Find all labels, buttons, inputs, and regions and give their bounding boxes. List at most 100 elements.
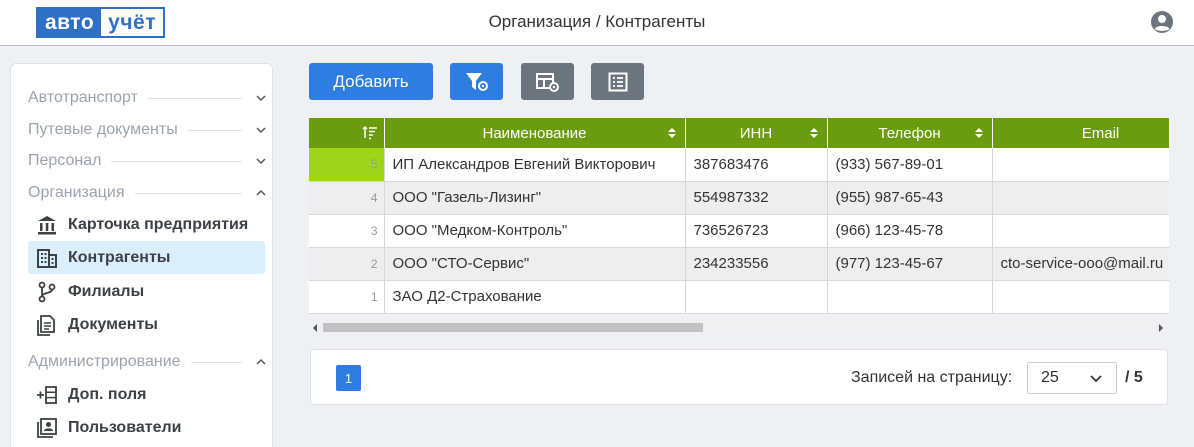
chevron-down-icon — [256, 158, 266, 165]
filter-settings-button[interactable] — [450, 63, 503, 100]
filter-settings-icon — [465, 72, 488, 91]
scrollbar-thumb[interactable] — [323, 323, 703, 332]
row-number: 4 — [309, 181, 385, 215]
sort-descending-icon — [361, 126, 377, 140]
cell-email[interactable] — [992, 181, 1169, 215]
total-records: / 5 — [1125, 369, 1143, 386]
column-settings-button[interactable] — [521, 63, 574, 100]
cell-email[interactable] — [992, 148, 1169, 182]
sort-icon — [667, 128, 676, 138]
sidebar-section-administration[interactable]: Администрирование — [28, 351, 268, 373]
list-view-icon — [608, 72, 627, 91]
scroll-right-arrow-icon[interactable] — [1159, 324, 1163, 332]
sidebar-item-users[interactable]: Пользователи — [28, 411, 265, 444]
divider — [187, 129, 242, 131]
chevron-down-icon — [1090, 375, 1102, 383]
user-account-icon[interactable] — [1150, 10, 1174, 34]
horizontal-scrollbar[interactable] — [309, 319, 1169, 335]
divider — [111, 160, 242, 162]
cell-name[interactable]: ООО "СТО-Сервис" — [384, 247, 686, 281]
building-icon — [37, 248, 57, 268]
sidebar-item-documents[interactable]: Документы — [28, 308, 265, 341]
chevron-up-icon — [256, 189, 266, 196]
column-header-label: Email — [1081, 124, 1120, 142]
table-row[interactable]: 2 ООО "СТО-Сервис" 234233556 (977) 123-4… — [309, 247, 1169, 281]
column-header-label: ИНН — [739, 124, 773, 142]
counterparties-table: Наименование ИНН Телефон Email 5 ИП Алек… — [309, 118, 1169, 314]
divider — [190, 361, 242, 363]
sidebar-section-waybills[interactable]: Путевые документы — [28, 119, 268, 141]
cell-inn[interactable] — [685, 280, 828, 314]
cell-email[interactable] — [992, 214, 1169, 248]
list-view-button[interactable] — [591, 63, 644, 100]
sidebar-item-label: Филиалы — [68, 282, 145, 300]
sidebar-item-company-card[interactable]: Карточка предприятия — [28, 208, 265, 241]
per-page-select[interactable]: 25 — [1027, 362, 1117, 394]
column-header-email[interactable]: Email — [992, 118, 1169, 148]
cell-email[interactable]: cto-service-ooo@mail.ru — [992, 247, 1169, 281]
chevron-down-icon — [256, 127, 266, 134]
sidebar-section-vehicles[interactable]: Автотранспорт — [28, 87, 268, 109]
row-number: 2 — [309, 247, 385, 281]
page-button-current[interactable]: 1 — [336, 365, 361, 391]
sidebar-item-counterparties[interactable]: Контрагенты — [28, 241, 265, 274]
column-header-inn[interactable]: ИНН — [685, 118, 828, 148]
cell-name[interactable]: ИП Александров Евгений Викторович — [384, 148, 686, 182]
users-icon — [37, 417, 57, 438]
cell-phone[interactable]: (977) 123-45-67 — [827, 247, 993, 281]
table-row[interactable]: 3 ООО "Медком-Контроль" 736526723 (966) … — [309, 214, 1169, 248]
table-row[interactable]: 4 ООО "Газель-Лизинг" 554987332 (955) 98… — [309, 181, 1169, 215]
documents-icon — [37, 314, 55, 336]
cell-inn[interactable]: 554987332 — [685, 181, 828, 215]
cell-inn[interactable]: 234233556 — [685, 247, 828, 281]
sidebar: Автотранспорт Путевые документы Персонал… — [10, 63, 273, 447]
chevron-up-icon — [256, 358, 266, 365]
sort-icon — [809, 128, 818, 138]
cell-phone[interactable]: (966) 123-45-78 — [827, 214, 993, 248]
row-number: 3 — [309, 214, 385, 248]
column-header-label: Наименование — [482, 124, 587, 142]
sort-icon — [974, 128, 983, 138]
cell-name[interactable]: ООО "Газель-Лизинг" — [384, 181, 686, 215]
table-settings-icon — [535, 72, 559, 92]
section-label: Персонал — [28, 152, 102, 169]
add-button[interactable]: Добавить — [309, 63, 433, 100]
column-header-name[interactable]: Наименование — [384, 118, 686, 148]
cell-inn[interactable]: 387683476 — [685, 148, 828, 182]
section-label: Организация — [28, 184, 125, 201]
sidebar-section-organization[interactable]: Организация — [28, 182, 268, 204]
section-label: Путевые документы — [28, 121, 178, 138]
chevron-down-icon — [256, 95, 266, 102]
per-page-label: Записей на страницу: — [851, 369, 1013, 386]
per-page-value: 25 — [1041, 369, 1059, 386]
cell-name[interactable]: ЗАО Д2-Страхование — [384, 280, 686, 314]
column-header-row-number[interactable] — [309, 118, 385, 148]
column-header-label: Телефон — [878, 124, 941, 142]
row-number: 5 — [309, 148, 385, 182]
sidebar-item-label: Доп. поля — [68, 385, 147, 403]
cell-inn[interactable]: 736526723 — [685, 214, 828, 248]
table-row[interactable]: 5 ИП Александров Евгений Викторович 3876… — [309, 148, 1169, 182]
divider — [147, 97, 242, 99]
pagination-bar: 1 Записей на страницу: 25 / 5 — [310, 349, 1168, 405]
cell-phone[interactable]: (955) 987-65-43 — [827, 181, 993, 215]
bank-icon — [38, 215, 56, 234]
sidebar-item-label: Документы — [68, 315, 158, 333]
cell-phone[interactable] — [827, 280, 993, 314]
sidebar-item-label: Пользователи — [68, 418, 182, 436]
sidebar-item-branches[interactable]: Филиалы — [28, 275, 265, 308]
sidebar-item-label: Контрагенты — [68, 248, 171, 266]
cell-email[interactable] — [992, 280, 1169, 314]
add-field-icon — [37, 385, 57, 404]
section-label: Автотранспорт — [28, 89, 138, 106]
sidebar-item-label: Карточка предприятия — [68, 215, 249, 233]
scroll-left-arrow-icon[interactable] — [313, 324, 317, 332]
sidebar-section-personnel[interactable]: Персонал — [28, 150, 268, 172]
column-header-phone[interactable]: Телефон — [827, 118, 993, 148]
top-bar: авто учёт Организация / Контрагенты — [0, 0, 1194, 46]
cell-phone[interactable]: (933) 567-89-01 — [827, 148, 993, 182]
table-header-row: Наименование ИНН Телефон Email — [309, 118, 1169, 148]
sidebar-item-extra-fields[interactable]: Доп. поля — [28, 378, 265, 411]
table-row[interactable]: 1 ЗАО Д2-Страхование — [309, 280, 1169, 314]
cell-name[interactable]: ООО "Медком-Контроль" — [384, 214, 686, 248]
